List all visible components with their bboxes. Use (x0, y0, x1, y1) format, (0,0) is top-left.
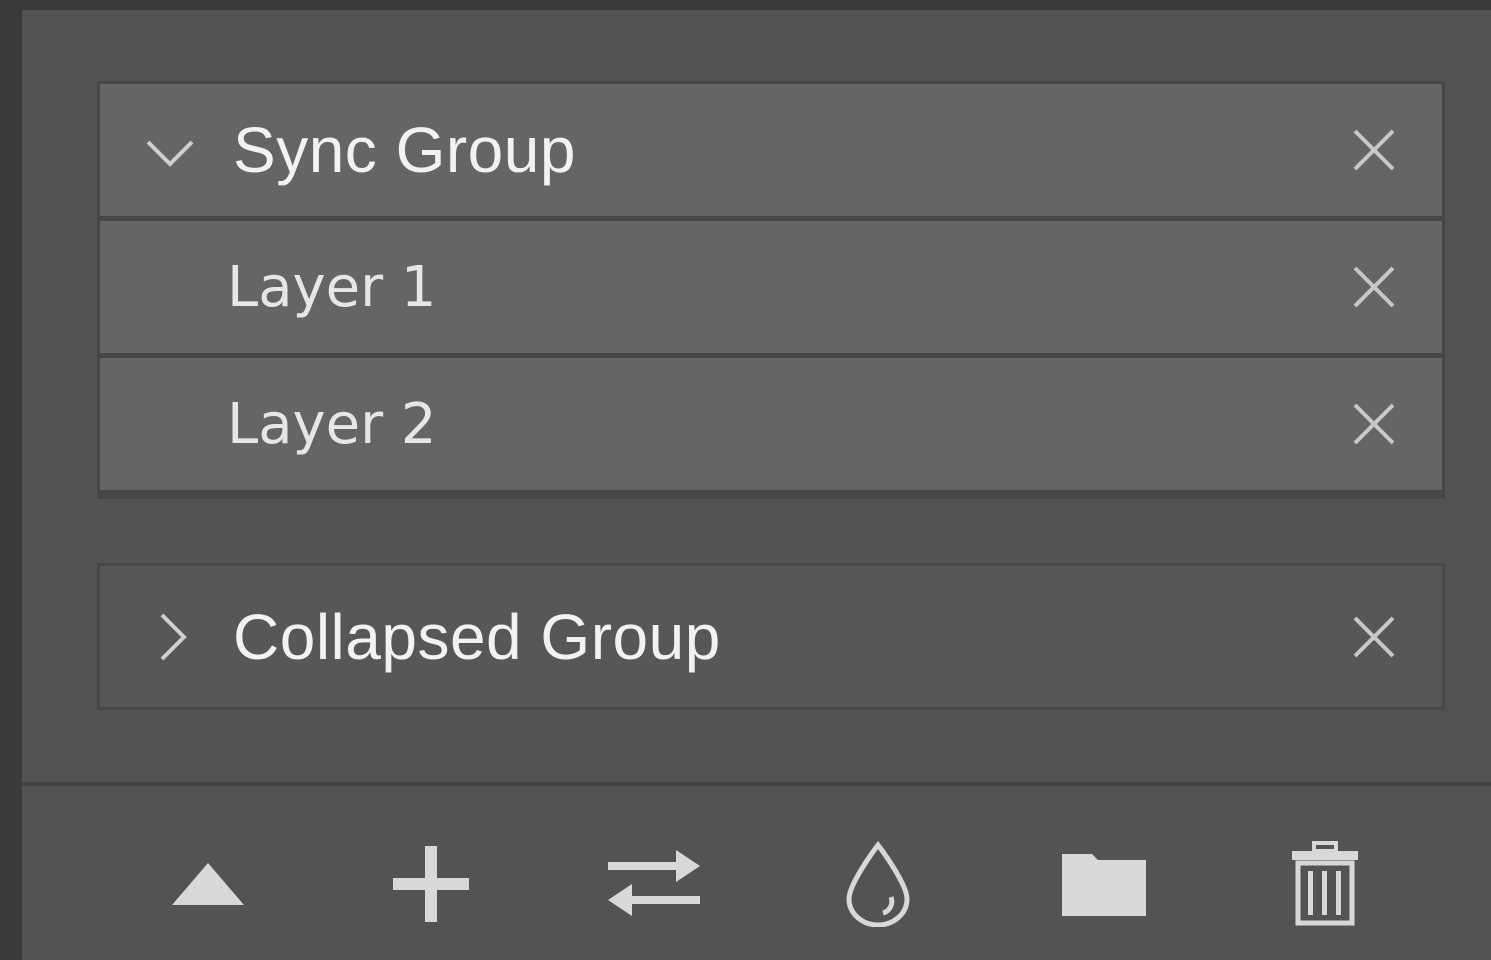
layer-label: Layer 2 (227, 391, 437, 457)
layers-panel: Sync Group Layer 1 Layer 2 Collapsed Gro… (22, 10, 1491, 960)
close-icon[interactable] (1351, 614, 1397, 660)
layer-label: Layer 1 (227, 254, 437, 320)
triangle-up-icon (172, 863, 244, 905)
swap-arrows-icon (608, 850, 700, 916)
opacity-button[interactable] (828, 834, 928, 934)
group-header-collapsed[interactable]: Collapsed Group (100, 566, 1442, 707)
close-icon[interactable] (1351, 127, 1397, 173)
swap-button[interactable] (604, 834, 704, 934)
chevron-down-icon[interactable] (140, 120, 200, 180)
chevron-right-icon[interactable] (140, 607, 200, 667)
layer-row[interactable]: Layer 2 (100, 358, 1442, 490)
sync-group: Sync Group Layer 1 Layer 2 (97, 81, 1445, 499)
top-edge (0, 0, 1491, 10)
collapsed-group: Collapsed Group (97, 563, 1445, 710)
layer-row[interactable]: Layer 1 (100, 221, 1442, 353)
group-label: Sync Group (233, 114, 576, 186)
new-group-button[interactable] (1054, 834, 1154, 934)
move-up-button[interactable] (158, 834, 258, 934)
droplet-icon (846, 841, 910, 927)
close-icon[interactable] (1351, 401, 1397, 447)
add-layer-button[interactable] (381, 834, 481, 934)
group-header-sync[interactable]: Sync Group (100, 84, 1442, 216)
delete-button[interactable] (1275, 834, 1375, 934)
trash-icon (1292, 841, 1358, 926)
folder-icon (1062, 854, 1146, 916)
close-icon[interactable] (1351, 264, 1397, 310)
bottom-toolbar (22, 782, 1491, 960)
group-label: Collapsed Group (233, 600, 721, 673)
plus-icon (393, 846, 469, 922)
left-edge (0, 0, 22, 960)
